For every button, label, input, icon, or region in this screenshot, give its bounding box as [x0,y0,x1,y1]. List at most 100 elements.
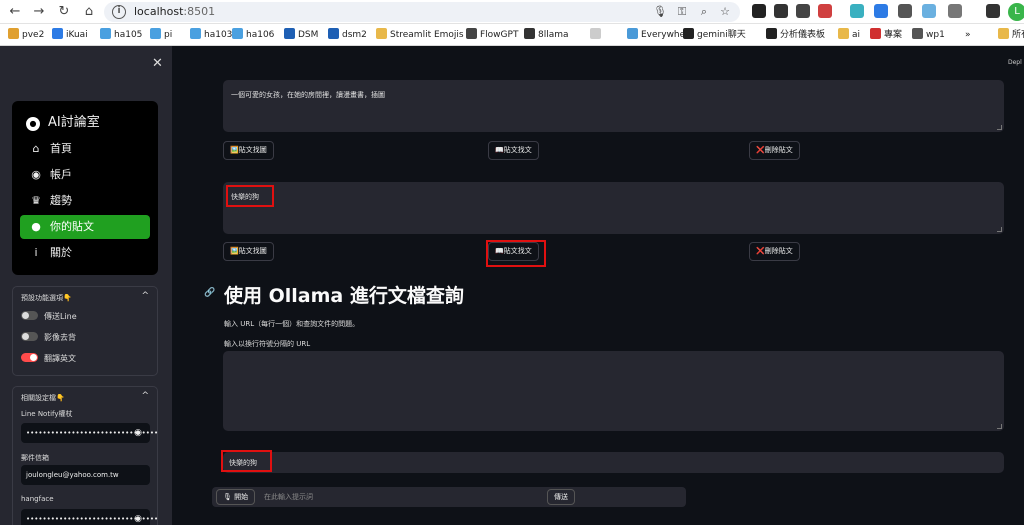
bookmark-label: gemini聊天 [697,30,746,40]
bookmark-item[interactable]: dsm2 [328,28,367,42]
bookmark-item[interactable]: ha105 [100,28,142,42]
bookmarks-bar: pve2 iKuai ha105 pi ha103 ha106 DSM dsm2 Streaml… [0,24,1024,46]
bookmark-favicon-icon [912,28,923,39]
field-label: 郵件信箱 [21,454,49,462]
bookmark-item[interactable]: 專案 [870,28,902,42]
bookmark-label: wp1 [926,30,945,40]
send-button[interactable]: 傳送 [547,489,575,505]
highlight-box [226,185,274,207]
key-icon[interactable]: ⚿ [674,4,690,20]
expander-title[interactable]: 相關設定檔👇 [21,393,65,403]
bookmark-item[interactable]: wp1 [912,28,945,42]
bookmark-label: 8llama [538,30,569,40]
extension-icon[interactable] [752,4,766,18]
resize-grip-icon[interactable] [997,424,1002,429]
chevron-up-icon[interactable]: ^ [141,391,149,401]
close-sidebar-icon[interactable]: ✕ [152,56,163,71]
zoom-icon[interactable]: ⌕ [696,4,712,20]
email-input[interactable]: joulongleu@yahoo.com.tw [21,465,150,485]
forward-arrow-icon[interactable]: → [30,3,48,21]
bookmark-item[interactable]: Streamlit Emojis [376,28,464,42]
back-arrow-icon[interactable]: ← [6,3,24,21]
bookmark-favicon-icon [8,28,19,39]
user-circle-icon: ◉ [31,168,41,181]
hangface-token-input[interactable]: •••••••••••••••••••••••••••••••• ◉ [21,509,158,525]
bookmark-item[interactable]: pve2 [8,28,44,42]
delete-post-button[interactable]: ❌刪除貼文 [749,242,800,261]
menu-item-home[interactable]: ⌂ 首頁 [20,137,150,161]
description-text: 輸入 URL（每行一個）和查詢文件的問題。 [224,320,360,328]
info-icon: i [34,246,38,259]
bookmark-item[interactable]: » [965,28,971,42]
chevron-up-icon[interactable]: ^ [141,291,149,301]
chat-input[interactable]: 在此輸入提示詞 [212,487,686,507]
switch-on-icon[interactable] [21,353,38,362]
extension-icon[interactable] [818,4,832,18]
expander-title[interactable]: 預設功能選項👇 [21,293,72,303]
bookmark-label: pve2 [22,30,45,40]
bookmark-item[interactable]: 8llama [524,28,569,42]
bookmark-item[interactable]: FlowGPT [466,28,518,42]
bookmark-favicon-icon [376,28,387,39]
bookmark-label: pi [164,30,173,40]
delete-post-button[interactable]: ❌刪除貼文 [749,141,800,160]
bookmark-item[interactable]: 分析儀表板 [766,28,825,42]
switch-off-icon[interactable] [21,332,38,341]
bookmark-label: ha106 [246,30,275,40]
start-recording-button[interactable]: 🎙 開始 [216,489,256,505]
toggle-translate[interactable]: 翻譯英文 [21,353,76,365]
post-textarea-1[interactable]: 一個可愛的女孩，在她的房間裡，讀漫畫書，插圖 [223,80,1004,132]
sidepanel-icon[interactable] [986,4,1000,18]
bookmark-label: ha103 [204,30,233,40]
menu-item-trends[interactable]: ♛ 趨勢 [20,189,150,213]
extension-icon[interactable] [898,4,912,18]
bookmark-item[interactable]: DSM [284,28,318,42]
resize-grip-icon[interactable] [997,227,1002,232]
resize-grip-icon[interactable] [997,125,1002,130]
menu-item-your-posts[interactable]: ● 你的貼文 [20,215,150,239]
site-info-icon[interactable]: i [112,5,126,19]
query-input[interactable]: 快樂的狗 [223,452,1004,473]
microphone-icon[interactable]: 🎙 [652,4,668,20]
url-textarea[interactable] [223,351,1004,431]
bookmark-favicon-icon [838,28,849,39]
field-label: hangface [21,495,54,503]
bookmark-item[interactable]: 所有 [998,28,1024,42]
toggle-line[interactable]: 傳送Line [21,311,77,323]
extension-icon[interactable] [774,4,788,18]
extension-icon[interactable] [922,4,936,18]
reload-icon[interactable]: ↻ [55,3,73,21]
home-icon[interactable]: ⌂ [80,3,98,21]
find-text-button[interactable]: 📖貼文找文 [488,141,539,160]
extension-icon[interactable] [874,4,888,18]
star-icon[interactable]: ☆ [717,4,733,20]
bookmark-item[interactable] [590,28,604,42]
bookmark-label: dsm2 [342,30,367,40]
post-textarea-2[interactable]: 快樂的狗 [223,182,1004,234]
eye-icon[interactable]: ◉ [134,509,142,525]
bookmark-item[interactable]: ha103 [190,28,232,42]
bookmark-item[interactable]: iKuai [52,28,88,42]
bookmark-item[interactable]: ai [838,28,860,42]
extension-icon[interactable] [796,4,810,18]
bookmark-item[interactable]: ha106 [232,28,274,42]
bookmark-favicon-icon [627,28,638,39]
toggle-remove-bg[interactable]: 影像去背 [21,332,76,344]
find-image-button[interactable]: 🖼️貼文找圖 [223,242,274,261]
deploy-button[interactable]: Depl [1008,59,1022,66]
puzzle-icon[interactable] [948,4,962,18]
profile-avatar[interactable]: L [1008,3,1024,21]
menu-item-about[interactable]: i 關於 [20,241,150,265]
nav-menu: ● AI討論室 ⌂ 首頁 ◉ 帳戶 ♛ 趨勢 ● 你的貼文 i 關於 [12,101,158,275]
find-image-button[interactable]: 🖼️貼文找圖 [223,141,274,160]
switch-off-icon[interactable] [21,311,38,320]
bookmark-item[interactable]: gemini聊天 [683,28,746,42]
extension-icon[interactable] [850,4,864,18]
link-anchor-icon[interactable]: 🔗 [204,288,215,298]
line-token-input[interactable]: •••••••••••••••••••••••••••••••• ◉ [21,423,158,443]
address-bar[interactable]: i localhost:8501 🎙 ⚿ ⌕ ☆ [104,2,740,22]
menu-item-account[interactable]: ◉ 帳戶 [20,163,150,187]
bookmark-item[interactable]: pi [150,28,172,42]
eye-icon[interactable]: ◉ [134,423,142,443]
house-icon: ⌂ [32,142,40,155]
